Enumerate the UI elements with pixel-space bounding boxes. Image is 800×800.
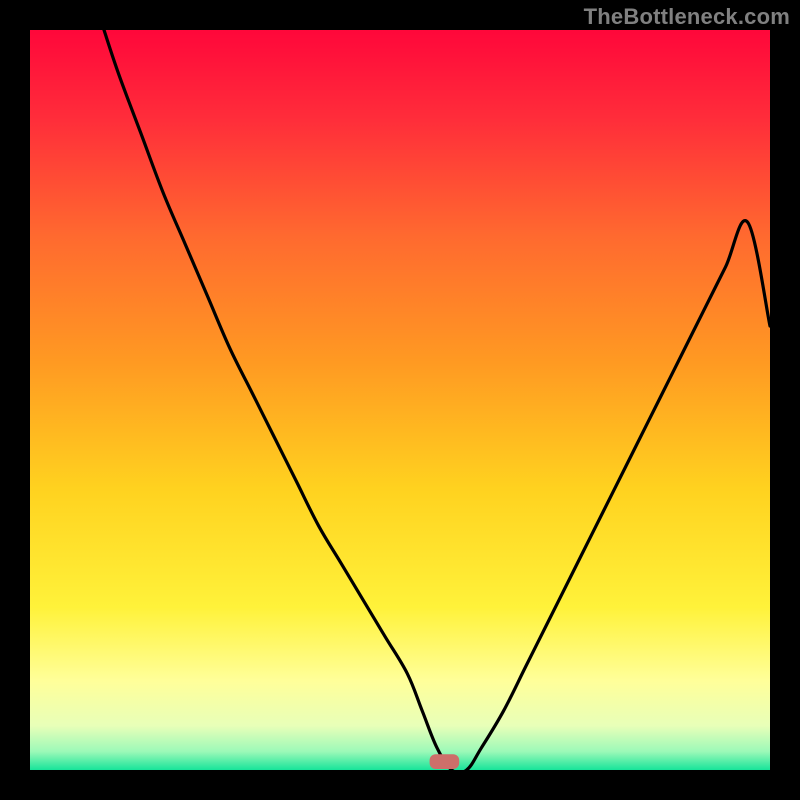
plot-area: [30, 30, 770, 770]
bottleneck-chart: [30, 30, 770, 770]
optimal-marker: [430, 754, 460, 769]
chart-frame: TheBottleneck.com: [0, 0, 800, 800]
attribution-label: TheBottleneck.com: [584, 4, 790, 30]
